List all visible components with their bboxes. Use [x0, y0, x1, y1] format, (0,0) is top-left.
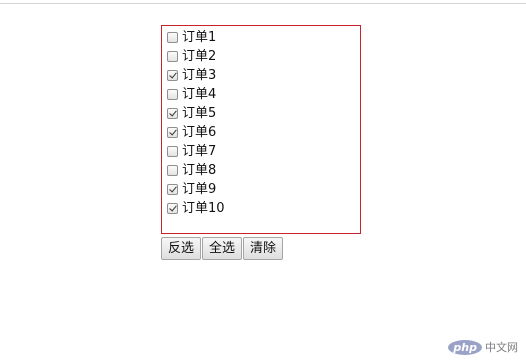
- order-label: 订单7: [182, 144, 217, 159]
- order-checkbox[interactable]: [167, 32, 178, 43]
- php-logo: php: [448, 339, 482, 355]
- order-label: 订单10: [182, 201, 225, 216]
- order-label: 订单4: [182, 87, 217, 102]
- order-item[interactable]: 订单2: [166, 47, 225, 66]
- clear-button[interactable]: 清除: [243, 237, 284, 260]
- order-item[interactable]: 订单5: [166, 104, 225, 123]
- order-label: 订单8: [182, 163, 217, 178]
- order-list: 订单1 订单2 订单3 订单4 订单5 订单6 订单7 订单8 订单9 订单10: [166, 28, 225, 218]
- order-checkbox[interactable]: [167, 203, 178, 214]
- order-item[interactable]: 订单3: [166, 66, 225, 85]
- order-item[interactable]: 订单1: [166, 28, 225, 47]
- select-all-button[interactable]: 全选: [202, 237, 243, 260]
- order-checkbox[interactable]: [167, 127, 178, 138]
- order-label: 订单2: [182, 49, 217, 64]
- order-label: 订单1: [182, 30, 217, 45]
- order-checkbox[interactable]: [167, 89, 178, 100]
- watermark: php 中文网: [448, 339, 518, 355]
- order-label: 订单6: [182, 125, 217, 140]
- order-item[interactable]: 订单10: [166, 199, 225, 218]
- order-item[interactable]: 订单9: [166, 180, 225, 199]
- order-label: 订单5: [182, 106, 217, 121]
- watermark-text: 中文网: [485, 341, 518, 354]
- order-item[interactable]: 订单7: [166, 142, 225, 161]
- order-checkbox[interactable]: [167, 108, 178, 119]
- action-buttons: 反选 全选 清除: [161, 237, 284, 260]
- top-divider: [0, 3, 526, 4]
- order-checkbox[interactable]: [167, 51, 178, 62]
- order-checkbox[interactable]: [167, 70, 178, 81]
- order-checkbox[interactable]: [167, 165, 178, 176]
- order-item[interactable]: 订单4: [166, 85, 225, 104]
- order-label: 订单3: [182, 68, 217, 83]
- invert-selection-button[interactable]: 反选: [161, 237, 202, 260]
- order-checkbox[interactable]: [167, 184, 178, 195]
- order-checkbox[interactable]: [167, 146, 178, 157]
- order-label: 订单9: [182, 182, 217, 197]
- order-item[interactable]: 订单6: [166, 123, 225, 142]
- order-list-box: 订单1 订单2 订单3 订单4 订单5 订单6 订单7 订单8 订单9 订单10: [161, 25, 361, 234]
- order-item[interactable]: 订单8: [166, 161, 225, 180]
